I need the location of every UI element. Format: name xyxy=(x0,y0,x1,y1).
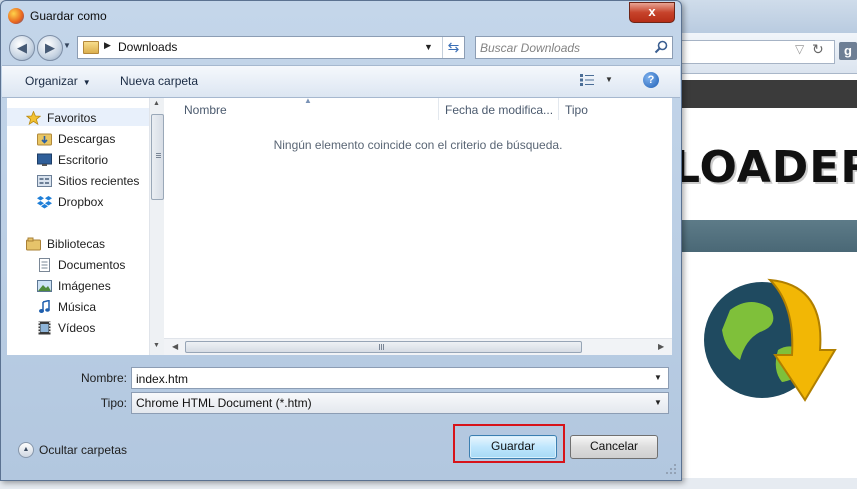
organize-label: Organizar xyxy=(25,74,78,88)
sidebar-item-label: Escritorio xyxy=(58,153,109,167)
search-icon[interactable] xyxy=(654,40,668,54)
collapse-up-icon: ▲ xyxy=(18,442,34,458)
arrow-left-icon: ◀ xyxy=(17,40,27,55)
save-as-dialog: Guardar como x ◀ ▶ ▼ ▶ Downloads ▼ ⇆ Org… xyxy=(0,0,682,481)
scroll-up-icon[interactable]: ▲ xyxy=(153,100,160,107)
horizontal-scroll-thumb[interactable] xyxy=(185,341,582,353)
site-logo-text: LOADER xyxy=(672,142,857,193)
sidebar-item-label: Dropbox xyxy=(58,195,104,209)
scroll-down-icon[interactable]: ▼ xyxy=(153,342,160,349)
help-icon[interactable]: ? xyxy=(643,72,659,88)
refresh-icon: ⇆ xyxy=(447,39,460,55)
grip-icon xyxy=(156,153,161,154)
grip-icon xyxy=(379,344,380,350)
search-engine-icon[interactable]: g xyxy=(839,42,857,60)
chevron-down-icon: ▼ xyxy=(82,78,91,87)
filetype-select[interactable]: Chrome HTML Document (*.htm) ▼ xyxy=(131,392,669,414)
sidebar-item-label: Favoritos xyxy=(47,111,97,125)
column-header-type[interactable]: Tipo xyxy=(559,98,639,120)
dialog-toolbar: Organizar ▼ Nueva carpeta ▼ ? xyxy=(2,65,680,98)
downloads-folder-icon xyxy=(37,132,52,146)
column-header-name-label: Nombre xyxy=(184,103,227,117)
pictures-icon xyxy=(37,279,52,293)
arrow-right-icon: ▶ xyxy=(45,40,55,55)
search-box[interactable] xyxy=(475,36,673,59)
filename-combobox[interactable]: ▼ xyxy=(131,367,669,389)
horizontal-scrollbar[interactable]: ◀ ▶ xyxy=(164,338,672,355)
sidebar-item-label: Imágenes xyxy=(58,279,111,293)
sidebar-item-label: Vídeos xyxy=(58,321,96,335)
column-header-type-label: Tipo xyxy=(565,103,588,117)
videos-icon xyxy=(37,321,52,335)
highlight-annotation xyxy=(453,424,565,463)
star-icon xyxy=(25,110,42,126)
folder-icon xyxy=(83,41,99,54)
column-header-date-label: Fecha de modifica... xyxy=(445,103,554,117)
scroll-right-icon[interactable]: ▶ xyxy=(658,342,664,351)
refresh-button[interactable]: ⇆ xyxy=(442,37,464,58)
page-header-bar xyxy=(680,80,857,108)
libraries-icon xyxy=(26,237,41,251)
filetype-label: Tipo: xyxy=(100,396,127,410)
desktop-icon xyxy=(37,153,52,167)
view-options-icon[interactable] xyxy=(580,74,594,86)
filename-input[interactable] xyxy=(134,369,648,388)
search-input[interactable] xyxy=(478,38,652,58)
filename-dropdown-icon[interactable]: ▼ xyxy=(654,373,662,382)
sidebar-item-label: Documentos xyxy=(58,258,126,272)
nav-scrollbar[interactable]: ▲ ▼ xyxy=(149,98,164,355)
sidebar-item-label: Música xyxy=(58,300,97,314)
reload-icon[interactable]: ↻ xyxy=(812,41,824,58)
column-header-name[interactable]: Nombre xyxy=(178,98,439,120)
dropbox-icon xyxy=(37,195,52,209)
music-icon xyxy=(37,299,52,314)
dialog-titlebar[interactable]: Guardar como x xyxy=(1,1,681,31)
breadcrumb-downloads[interactable]: Downloads xyxy=(118,40,177,54)
resize-grip-icon[interactable] xyxy=(665,463,677,475)
recent-locations-icon[interactable]: ▼ xyxy=(63,41,71,53)
page-menu-bar xyxy=(680,220,857,252)
column-header-date[interactable]: Fecha de modifica... xyxy=(439,98,559,120)
breadcrumb-separator-icon[interactable]: ▶ xyxy=(104,40,111,51)
globe-logo-icon xyxy=(704,278,837,402)
scroll-left-icon[interactable]: ◀ xyxy=(172,342,178,351)
hide-folders-label: Ocultar carpetas xyxy=(39,443,128,457)
close-button[interactable]: x xyxy=(629,2,675,23)
breadcrumb-dropdown-icon[interactable]: ▼ xyxy=(424,42,433,52)
empty-message: Ningún elemento coincide con el criterio… xyxy=(273,138,563,152)
organize-button[interactable]: Organizar ▼ xyxy=(25,74,91,88)
dialog-title: Guardar como xyxy=(30,9,107,23)
url-dropdown-icon[interactable]: ▽ xyxy=(795,42,804,56)
documents-icon xyxy=(37,258,52,272)
navigation-pane: Favoritos Descargas Escritorio Sitios recie… xyxy=(7,98,164,355)
back-button[interactable]: ◀ xyxy=(9,35,35,61)
filename-label: Nombre: xyxy=(80,371,127,385)
nav-scroll-thumb[interactable] xyxy=(151,114,164,200)
new-folder-button[interactable]: Nueva carpeta xyxy=(120,74,198,88)
view-dropdown-icon[interactable]: ▼ xyxy=(605,75,613,84)
recent-places-icon xyxy=(37,174,52,188)
sidebar-item-label: Sitios recientes xyxy=(58,174,140,188)
firefox-icon xyxy=(8,8,24,24)
breadcrumb[interactable]: ▶ Downloads ▼ ⇆ xyxy=(77,36,465,59)
file-list: ▲ Nombre Fecha de modifica... Tipo Ningú… xyxy=(164,96,672,355)
forward-button[interactable]: ▶ xyxy=(37,35,63,61)
filetype-dropdown-icon[interactable]: ▼ xyxy=(654,398,662,407)
sidebar-item-label: Bibliotecas xyxy=(47,237,106,251)
filetype-value: Chrome HTML Document (*.htm) xyxy=(136,396,312,410)
sidebar-item-label: Descargas xyxy=(58,132,116,146)
cancel-button[interactable]: Cancelar xyxy=(570,435,658,459)
